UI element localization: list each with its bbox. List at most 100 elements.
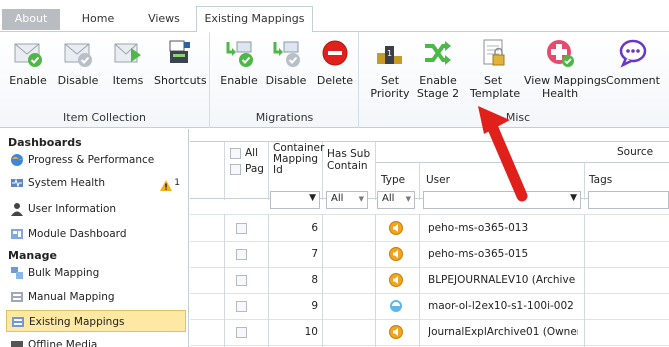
item-collection-enable-label: Enable — [9, 74, 47, 87]
col-header-hassub-line1: Has Sub — [327, 148, 371, 160]
row-checkbox[interactable] — [236, 327, 247, 338]
type-filter-select[interactable]: All ▼ — [377, 191, 415, 209]
row-checkbox[interactable] — [236, 301, 247, 312]
has-sub-filter-value: All — [331, 193, 344, 204]
shortcuts-icon — [165, 38, 195, 68]
set-priority-button[interactable]: 1 Set Priority — [368, 38, 412, 100]
grid-column-divider — [322, 214, 323, 347]
grid-column-divider — [375, 214, 376, 347]
offline-media-icon — [10, 339, 24, 347]
grid-column-divider — [419, 214, 420, 347]
module-dashboard-icon — [10, 227, 24, 241]
filter-funnel-icon: ▼ — [570, 193, 577, 203]
items-label: Items — [112, 74, 144, 87]
item-collection-disable-label: Disable — [57, 74, 99, 87]
row-container-id: 10 — [304, 326, 318, 338]
tab-views[interactable]: Views — [134, 9, 194, 31]
select-all-checkbox[interactable] — [230, 148, 241, 159]
podium-icon: 1 — [375, 38, 405, 68]
row-user: JournalExplArchive01 (Owner — [428, 326, 578, 338]
health-cross-icon — [545, 38, 575, 68]
enable-stage2-button[interactable]: Enable Stage 2 — [416, 38, 460, 100]
manual-mapping-icon — [10, 290, 24, 304]
table-row[interactable]: 6 peho-ms-o365-013 — [190, 216, 669, 242]
exchange-mailbox-icon — [389, 299, 403, 313]
user-icon — [10, 202, 24, 216]
tab-existing-mappings[interactable]: Existing Mappings — [196, 6, 313, 32]
col-header-container-mapping-id[interactable]: Container Mapping Id — [273, 143, 324, 176]
select-all-label: All — [245, 147, 259, 159]
nav-item-system-health[interactable]: System Health 1 — [6, 172, 186, 194]
enable-stage2-label-2: Stage 2 — [416, 87, 460, 100]
comment-label: Comment — [606, 74, 660, 87]
col-header-source-group: Source — [617, 146, 654, 158]
row-container-id: 9 — [311, 300, 318, 312]
nav-item-label: Bulk Mapping — [28, 267, 100, 279]
set-template-button[interactable]: Set Template — [470, 38, 520, 100]
archive-speaker-icon — [389, 325, 403, 339]
table-row[interactable]: 8 BLPEJOURNALEV10 (Archive — [190, 268, 669, 294]
globe-icon — [10, 153, 24, 167]
tab-home[interactable]: Home — [64, 9, 132, 31]
nav-item-label: Existing Mappings — [29, 316, 125, 328]
ribbon: Enable Disable Items Shortcuts Item Coll… — [0, 31, 669, 128]
migrations-disable-button[interactable]: Disable — [263, 38, 309, 87]
shuffle-arrows-icon — [423, 38, 453, 68]
item-collection-enable-button[interactable]: Enable — [8, 38, 48, 87]
nav-item-label: Manual Mapping — [28, 291, 115, 303]
item-collection-group-label: Item Collection — [63, 111, 146, 124]
nav-item-module-dashboard[interactable]: Module Dashboard — [6, 223, 186, 245]
row-checkbox[interactable] — [236, 223, 247, 234]
view-mappings-health-button[interactable]: View Mappings Health — [524, 38, 607, 100]
archive-speaker-icon — [389, 221, 403, 235]
red-arrow-annotation — [478, 106, 528, 202]
system-health-icon — [10, 176, 24, 190]
table-row[interactable]: 7 peho-ms-o365-015 — [190, 242, 669, 268]
chevron-down-icon: ▼ — [405, 195, 411, 203]
container-id-filter-input[interactable]: ▼ — [270, 191, 320, 209]
col-header-user[interactable]: User — [426, 174, 450, 186]
migrations-group-label: Migrations — [255, 111, 314, 124]
nav-item-user-information[interactable]: User Information — [6, 198, 186, 220]
table-row[interactable]: 9 maor-ol-l2ex10-s1-100i-002 — [190, 294, 669, 320]
enable-stage2-label-1: Enable — [419, 74, 457, 87]
comment-bubble-icon — [618, 38, 648, 68]
tab-about[interactable]: About — [2, 9, 60, 30]
shortcuts-label: Shortcuts — [154, 74, 207, 87]
row-user: peho-ms-o365-015 — [428, 248, 529, 260]
row-checkbox[interactable] — [236, 275, 247, 286]
nav-item-manual-mapping[interactable]: Manual Mapping — [6, 286, 186, 308]
item-collection-disable-button[interactable]: Disable — [56, 38, 100, 87]
enable-envelope-icon — [13, 38, 43, 68]
svg-text:1: 1 — [387, 49, 392, 58]
nav-item-label: Progress & Performance — [28, 154, 155, 166]
ribbon-group-migrations: Enable Disable Delete Migrations — [211, 32, 359, 128]
migrations-enable-button[interactable]: Enable — [219, 38, 259, 87]
shortcuts-button[interactable]: Shortcuts — [154, 38, 207, 87]
migration-enable-icon — [224, 38, 254, 68]
row-checkbox[interactable] — [236, 249, 247, 260]
set-template-label-1: Set — [483, 74, 503, 87]
select-page-checkbox[interactable] — [230, 164, 241, 175]
ribbon-tab-bar: About Home Views Existing Mappings — [0, 0, 669, 32]
select-page-label: Pag — [245, 163, 264, 175]
set-priority-label-2: Priority — [370, 87, 410, 100]
nav-item-label: Offline Media — [28, 339, 98, 347]
nav-item-label: Module Dashboard — [28, 228, 127, 240]
nav-item-bulk-mapping[interactable]: Bulk Mapping — [6, 262, 186, 284]
col-header-has-sub-containers[interactable]: Has Sub Contain — [327, 148, 370, 172]
col-header-type[interactable]: Type — [381, 174, 405, 186]
has-sub-filter-select[interactable]: All ▼ — [326, 191, 368, 209]
table-row[interactable]: 10 JournalExplArchive01 (Owner — [190, 320, 669, 346]
nav-item-offline-media[interactable]: Offline Media — [6, 335, 186, 347]
col-header-hassub-line2: Contain — [327, 160, 368, 172]
delete-button[interactable]: Delete — [315, 38, 355, 87]
tags-filter-input[interactable] — [588, 191, 669, 209]
row-user: maor-ol-l2ex10-s1-100i-002 — [428, 300, 574, 312]
nav-item-existing-mappings[interactable]: Existing Mappings — [6, 310, 186, 332]
disable-envelope-icon — [63, 38, 93, 68]
nav-item-progress-performance[interactable]: Progress & Performance — [6, 149, 186, 171]
comment-button[interactable]: Comment — [606, 38, 660, 87]
items-button[interactable]: Items — [108, 38, 148, 87]
col-header-tags[interactable]: Tags — [589, 174, 612, 186]
